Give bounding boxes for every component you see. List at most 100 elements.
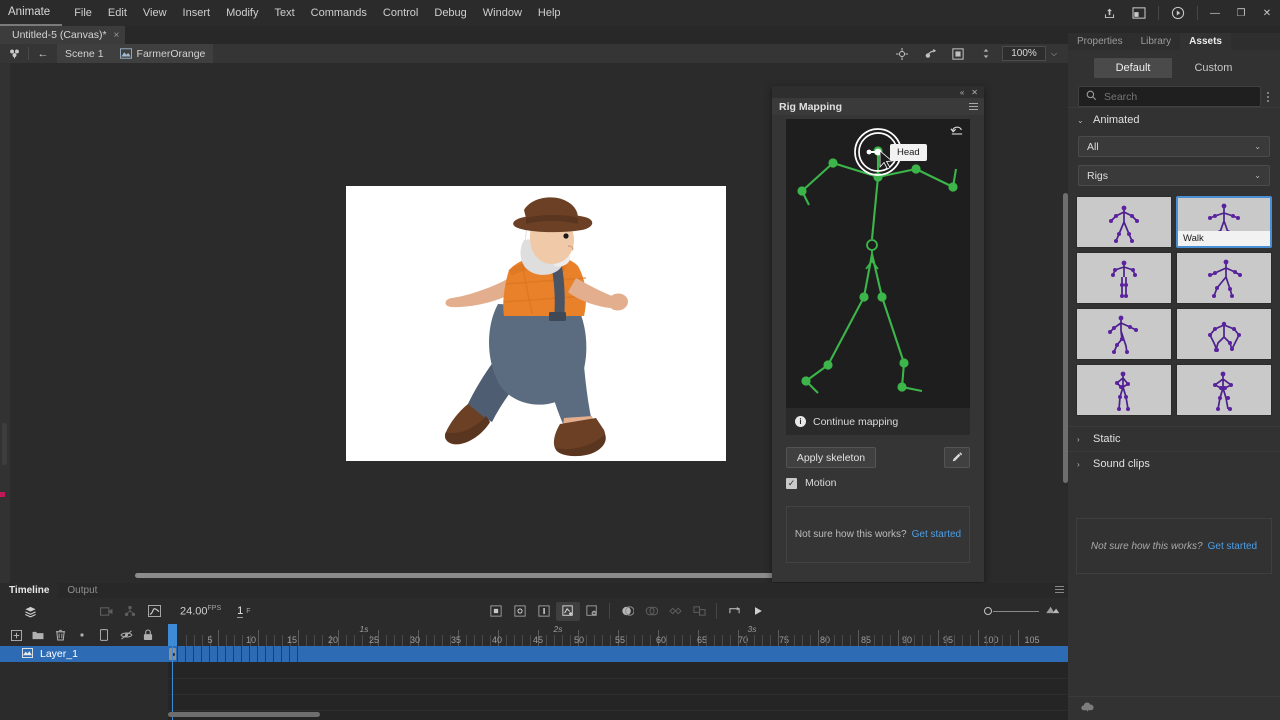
tab-properties[interactable]: Properties: [1068, 33, 1132, 50]
timeline-panel-menu-icon[interactable]: [1055, 586, 1064, 593]
frames-column[interactable]: 5 10 15 20 25 1s 30: [168, 624, 1068, 720]
breadcrumb-scene[interactable]: Scene 1: [57, 44, 112, 63]
section-animated[interactable]: ⌄ Animated: [1068, 107, 1280, 132]
current-frame-value[interactable]: 1: [237, 605, 243, 618]
chevron-down-icon[interactable]: ⌵: [1046, 49, 1062, 59]
share-icon[interactable]: [1094, 0, 1124, 26]
close-button[interactable]: ✕: [1254, 0, 1280, 26]
asset-thumb-6[interactable]: [1176, 308, 1272, 360]
asset-thumb-4[interactable]: [1176, 252, 1272, 304]
menu-help[interactable]: Help: [530, 0, 569, 26]
menu-window[interactable]: Window: [475, 0, 530, 26]
rig-skeleton-canvas[interactable]: Head: [786, 119, 970, 413]
delete-layer-icon[interactable]: [50, 624, 70, 646]
parent-view-icon[interactable]: [118, 598, 142, 624]
eye-icon[interactable]: [116, 624, 136, 646]
loop-icon[interactable]: [722, 598, 746, 624]
tab-timeline[interactable]: Timeline: [0, 583, 58, 598]
menu-modify[interactable]: Modify: [218, 0, 266, 26]
tool-strip-grip[interactable]: [2, 423, 7, 465]
menu-edit[interactable]: Edit: [100, 0, 135, 26]
farmer-character-artwork[interactable]: [346, 186, 726, 461]
timeline-layer-row[interactable]: Layer_1: [0, 646, 168, 662]
zoom-slider[interactable]: [993, 611, 1039, 612]
clip-content-icon[interactable]: [944, 44, 972, 63]
edit-multiple-icon[interactable]: [663, 598, 687, 624]
mobile-icon[interactable]: [94, 624, 114, 646]
asset-thumb-walk[interactable]: Walk: [1176, 196, 1272, 248]
menu-insert[interactable]: Insert: [175, 0, 219, 26]
rig-get-started-link[interactable]: Get started: [912, 529, 961, 540]
timeline-horizontal-scrollbar[interactable]: [168, 712, 320, 717]
menu-view[interactable]: View: [135, 0, 175, 26]
menu-control[interactable]: Control: [375, 0, 426, 26]
zoom-stepper[interactable]: [972, 44, 1000, 63]
stage-horizontal-scrollbar[interactable]: [135, 573, 783, 578]
modify-onion-icon[interactable]: [687, 598, 711, 624]
menu-commands[interactable]: Commands: [303, 0, 375, 26]
panel-menu-icon[interactable]: [969, 103, 978, 110]
camera-icon[interactable]: [94, 598, 118, 624]
minimize-button[interactable]: —: [1202, 0, 1228, 26]
menu-debug[interactable]: Debug: [426, 0, 474, 26]
frame-size-icon[interactable]: [1045, 605, 1060, 617]
document-settings-icon[interactable]: [0, 44, 28, 63]
center-stage-icon[interactable]: [888, 44, 916, 63]
rig-skeleton-graph[interactable]: [786, 119, 970, 413]
search-input[interactable]: [1104, 91, 1253, 103]
asset-options-icon[interactable]: [1266, 92, 1270, 102]
apply-skeleton-button[interactable]: Apply skeleton: [786, 447, 876, 468]
layers-icon[interactable]: [18, 598, 42, 624]
play-icon[interactable]: [1163, 0, 1193, 26]
pencil-icon[interactable]: [944, 447, 970, 468]
tab-assets[interactable]: Assets: [1180, 33, 1231, 50]
asset-thumb-3[interactable]: [1076, 252, 1172, 304]
motion-checkbox-row[interactable]: ✓ Motion: [786, 477, 837, 489]
tool-strip[interactable]: [0, 63, 10, 583]
insert-frame-icon[interactable]: [532, 598, 556, 624]
asset-thumb-8[interactable]: [1176, 364, 1272, 416]
maximize-button[interactable]: ❐: [1228, 0, 1254, 26]
breadcrumb-symbol[interactable]: FarmerOrange: [112, 44, 214, 63]
asset-thumb-1[interactable]: [1076, 196, 1172, 248]
document-tab[interactable]: Untitled-5 (Canvas)* ×: [0, 26, 125, 44]
tab-output[interactable]: Output: [58, 583, 106, 598]
timeline-ruler[interactable]: 5 10 15 20 25 1s 30: [168, 624, 1068, 646]
search-box[interactable]: [1078, 86, 1261, 107]
graph-editor-icon[interactable]: [142, 598, 166, 624]
close-icon[interactable]: ✕: [971, 88, 978, 97]
delete-frame-icon[interactable]: [580, 598, 604, 624]
collapse-icon[interactable]: «: [960, 88, 964, 97]
asset-thumb-5[interactable]: [1076, 308, 1172, 360]
zoom-value[interactable]: 100%: [1002, 46, 1046, 61]
new-folder-icon[interactable]: [28, 624, 48, 646]
segment-default[interactable]: Default: [1094, 58, 1173, 78]
rotate-stage-icon[interactable]: [916, 44, 944, 63]
add-layer-icon[interactable]: [6, 624, 26, 646]
filter-rigs-select[interactable]: Rigs ⌄: [1078, 165, 1270, 186]
segment-custom[interactable]: Custom: [1172, 58, 1254, 78]
cloud-upload-icon[interactable]: [1080, 701, 1095, 717]
onion-outline-icon[interactable]: [639, 598, 663, 624]
filter-all-select[interactable]: All ⌄: [1078, 136, 1270, 157]
dock-get-started-link[interactable]: Get started: [1208, 541, 1257, 552]
fps-value[interactable]: 24.00FPS: [180, 605, 221, 618]
play-icon[interactable]: [746, 598, 770, 624]
menu-text[interactable]: Text: [266, 0, 302, 26]
layout-icon[interactable]: [1124, 0, 1154, 26]
onion-skin-icon[interactable]: [615, 598, 639, 624]
close-icon[interactable]: ×: [114, 30, 120, 41]
tab-library[interactable]: Library: [1132, 33, 1181, 50]
zoom-slider-knob[interactable]: [984, 607, 992, 615]
asset-thumb-7[interactable]: [1076, 364, 1172, 416]
canvas-page[interactable]: +: [346, 186, 726, 461]
lock-icon[interactable]: [138, 624, 158, 646]
insert-keyframe-icon[interactable]: [484, 598, 508, 624]
back-arrow-icon[interactable]: ←: [29, 44, 57, 63]
motion-checkbox[interactable]: ✓: [786, 478, 797, 489]
menu-file[interactable]: File: [66, 0, 100, 26]
layer-frame-strip[interactable]: [168, 646, 1068, 662]
reset-icon[interactable]: [950, 124, 964, 139]
dot-icon[interactable]: [72, 624, 92, 646]
section-static[interactable]: › Static: [1068, 426, 1280, 451]
